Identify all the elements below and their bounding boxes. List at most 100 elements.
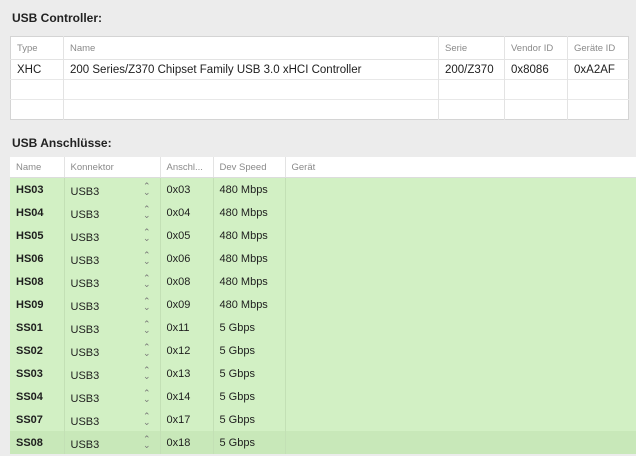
port-name: HS04 — [10, 201, 65, 224]
up-down-stepper-icon[interactable]: ⌃ ⌄ — [143, 366, 151, 381]
ports-header-row: Name Konnektor Anschl... Dev Speed Gerät — [10, 157, 636, 178]
controller-header-row: Type Name Serie Vendor ID Geräte ID — [10, 36, 629, 60]
port-address: 0x03 — [160, 177, 214, 201]
port-dev-speed: 480 Mbps — [213, 224, 286, 247]
column-header-type[interactable]: Type — [10, 36, 64, 60]
controller-vendor-id: 0x8086 — [504, 59, 568, 80]
usb-controller-table: Type Name Serie Vendor ID Geräte ID XHC … — [10, 36, 629, 120]
port-name: HS03 — [10, 177, 65, 201]
port-row[interactable]: SS07 USB3 ⌃ ⌄ 0x17 5 Gbps — [10, 408, 636, 431]
connector-select[interactable]: USB3 ⌃ ⌄ — [64, 270, 161, 293]
up-down-stepper-icon[interactable]: ⌃ ⌄ — [143, 228, 151, 243]
port-device — [285, 339, 636, 362]
connector-select[interactable]: USB3 ⌃ ⌄ — [64, 201, 161, 224]
port-device — [285, 293, 636, 316]
controller-empty-row — [10, 79, 629, 100]
port-address: 0x05 — [160, 224, 214, 247]
port-dev-speed: 5 Gbps — [213, 408, 286, 431]
connector-select[interactable]: USB3 ⌃ ⌄ — [64, 362, 161, 385]
column-header-name[interactable]: Name — [63, 36, 439, 60]
connector-select[interactable]: USB3 ⌃ ⌄ — [64, 316, 161, 339]
port-name: SS08 — [10, 431, 65, 454]
up-down-stepper-icon[interactable]: ⌃ ⌄ — [143, 274, 151, 289]
connector-select[interactable]: USB3 ⌃ ⌄ — [64, 224, 161, 247]
connector-value: USB3 — [70, 369, 100, 382]
controller-empty-row — [10, 99, 629, 120]
connector-select[interactable]: USB3 ⌃ ⌄ — [64, 339, 161, 362]
controller-type: XHC — [10, 59, 64, 80]
port-device — [285, 270, 636, 293]
connector-value: USB3 — [70, 346, 100, 359]
port-name: HS05 — [10, 224, 65, 247]
port-address: 0x11 — [160, 316, 214, 339]
port-device — [285, 224, 636, 247]
port-name: SS04 — [10, 385, 65, 408]
port-device — [285, 385, 636, 408]
column-header-vendor-id[interactable]: Vendor ID — [504, 36, 568, 60]
port-name: SS01 — [10, 316, 65, 339]
port-row[interactable]: SS03 USB3 ⌃ ⌄ 0x13 5 Gbps — [10, 362, 636, 385]
up-down-stepper-icon[interactable]: ⌃ ⌄ — [143, 182, 151, 197]
connector-value: USB3 — [70, 300, 100, 313]
port-row[interactable]: HS03 USB3 ⌃ ⌄ 0x03 480 Mbps — [10, 177, 636, 201]
up-down-stepper-icon[interactable]: ⌃ ⌄ — [143, 343, 151, 358]
controller-serie: 200/Z370 — [438, 59, 505, 80]
port-dev-speed: 5 Gbps — [213, 316, 286, 339]
connector-value: USB3 — [70, 231, 100, 244]
port-address: 0x12 — [160, 339, 214, 362]
port-dev-speed: 5 Gbps — [213, 431, 286, 454]
port-name: SS07 — [10, 408, 65, 431]
port-device — [285, 408, 636, 431]
port-device — [285, 316, 636, 339]
controller-row[interactable]: XHC 200 Series/Z370 Chipset Family USB 3… — [10, 59, 629, 80]
connector-select[interactable]: USB3 ⌃ ⌄ — [64, 408, 161, 431]
port-device — [285, 177, 636, 201]
port-device — [285, 362, 636, 385]
connector-select[interactable]: USB3 ⌃ ⌄ — [64, 177, 161, 201]
usb-ports-table: Name Konnektor Anschl... Dev Speed Gerät… — [10, 157, 636, 454]
port-row[interactable]: HS09 USB3 ⌃ ⌄ 0x09 480 Mbps — [10, 293, 636, 316]
up-down-stepper-icon[interactable]: ⌃ ⌄ — [143, 412, 151, 427]
port-address: 0x09 — [160, 293, 214, 316]
up-down-stepper-icon[interactable]: ⌃ ⌄ — [143, 251, 151, 266]
port-row[interactable]: HS04 USB3 ⌃ ⌄ 0x04 480 Mbps — [10, 201, 636, 224]
column-header-device[interactable]: Gerät — [285, 157, 636, 178]
column-header-serie[interactable]: Serie — [438, 36, 505, 60]
column-header-port[interactable]: Anschl... — [160, 157, 214, 178]
port-address: 0x13 — [160, 362, 214, 385]
connector-select[interactable]: USB3 ⌃ ⌄ — [64, 293, 161, 316]
port-address: 0x04 — [160, 201, 214, 224]
connector-select[interactable]: USB3 ⌃ ⌄ — [64, 247, 161, 270]
port-row[interactable]: SS04 USB3 ⌃ ⌄ 0x14 5 Gbps — [10, 385, 636, 408]
port-row[interactable]: HS06 USB3 ⌃ ⌄ 0x06 480 Mbps — [10, 247, 636, 270]
port-row[interactable]: HS05 USB3 ⌃ ⌄ 0x05 480 Mbps — [10, 224, 636, 247]
port-row[interactable]: SS02 USB3 ⌃ ⌄ 0x12 5 Gbps — [10, 339, 636, 362]
port-name: HS06 — [10, 247, 65, 270]
column-header-dev-speed[interactable]: Dev Speed — [213, 157, 286, 178]
connector-value: USB3 — [70, 185, 100, 198]
port-address: 0x06 — [160, 247, 214, 270]
up-down-stepper-icon[interactable]: ⌃ ⌄ — [143, 435, 151, 450]
column-header-name[interactable]: Name — [10, 157, 65, 178]
port-address: 0x14 — [160, 385, 214, 408]
port-row[interactable]: SS01 USB3 ⌃ ⌄ 0x11 5 Gbps — [10, 316, 636, 339]
port-device — [285, 431, 636, 454]
up-down-stepper-icon[interactable]: ⌃ ⌄ — [143, 389, 151, 404]
port-dev-speed: 480 Mbps — [213, 177, 286, 201]
port-row[interactable]: HS08 USB3 ⌃ ⌄ 0x08 480 Mbps — [10, 270, 636, 293]
up-down-stepper-icon[interactable]: ⌃ ⌄ — [143, 320, 151, 335]
port-row[interactable]: SS08 USB3 ⌃ ⌄ 0x18 5 Gbps — [10, 431, 636, 454]
usb-ports-heading: USB Anschlüsse: — [12, 136, 112, 150]
port-device — [285, 201, 636, 224]
up-down-stepper-icon[interactable]: ⌃ ⌄ — [143, 297, 151, 312]
connector-select[interactable]: USB3 ⌃ ⌄ — [64, 431, 161, 454]
connector-select[interactable]: USB3 ⌃ ⌄ — [64, 385, 161, 408]
connector-value: USB3 — [70, 415, 100, 428]
port-dev-speed: 5 Gbps — [213, 362, 286, 385]
usb-controller-heading: USB Controller: — [12, 11, 102, 25]
controller-device-id: 0xA2AF — [574, 63, 615, 76]
connector-value: USB3 — [70, 254, 100, 267]
column-header-device-id[interactable]: Geräte ID — [567, 36, 629, 60]
up-down-stepper-icon[interactable]: ⌃ ⌄ — [143, 205, 151, 220]
column-header-connector[interactable]: Konnektor — [64, 157, 161, 178]
